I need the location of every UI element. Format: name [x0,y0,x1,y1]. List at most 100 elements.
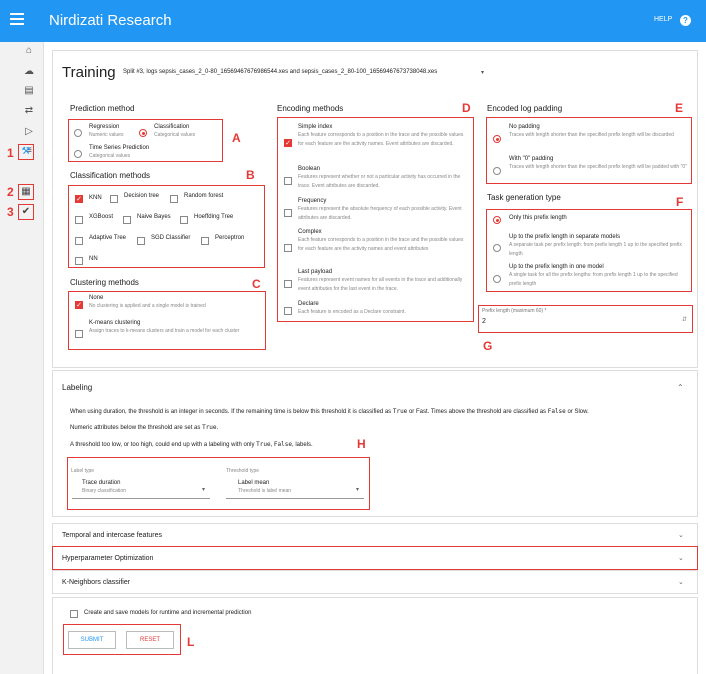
labeling-paragraph-3: A threshold too low, or too high, could … [70,441,313,448]
kmeans-label: K-means clustering [89,320,141,326]
training-title: Training [62,64,116,81]
temporal-section-label: Temporal and intercase features [62,532,162,539]
kmeans-sub: Assign traces to k-means clusters and tr… [89,328,240,334]
chevron-down-icon[interactable]: ⌄ [678,531,684,539]
kmeans-checkbox[interactable] [75,330,83,338]
time-series-label: Time Series Prediction [89,145,150,151]
last-payload-sub: Features represent event names for all e… [298,277,463,292]
no-clustering-sub: No clustering is applied and a single mo… [89,303,206,309]
save-models-label: Create and save models for runtime and i… [84,610,252,616]
label-type-value[interactable]: Trace duration [82,480,120,486]
declare-sub: Each feature is encoded as a Declare con… [298,309,406,315]
check-circle-icon[interactable]: ✔ [18,204,34,220]
simple-index-label: Simple index [298,124,333,130]
encoding-methods-title: Encoding methods [277,104,344,113]
regression-radio[interactable] [74,129,82,137]
labeling-paragraph-2: Numeric attributes below the threshold a… [70,424,219,431]
label-type-sub: Binary classification [82,488,126,494]
callout-l: L [187,635,195,649]
chevron-down-icon[interactable]: ⌄ [678,554,684,562]
declare-checkbox[interactable] [284,307,292,315]
nn-checkbox[interactable] [75,257,83,265]
temporal-section[interactable]: Temporal and intercase features ⌄ [52,523,698,547]
adaptive-tree-checkbox[interactable] [75,237,83,245]
submit-button[interactable]: SUBMIT [68,631,116,649]
no-padding-sub: Traces with length shorter than the spec… [509,132,674,138]
no-padding-label: No padding [509,124,540,130]
callout-3: 3 [7,205,14,219]
app-title: Nirdizati Research [49,12,172,29]
label-type-dropdown-icon[interactable]: ▾ [202,486,205,493]
help-link[interactable]: HELP [654,16,672,23]
threshold-type-value[interactable]: Label mean [238,480,269,486]
sidebar: ⌂ ☁ ▤ ⇄ ▷ ≡ 1 ⚒ 2 ▦ 3 ✔ [0,42,44,674]
hyperparameter-section[interactable]: Hyperparameter Optimization ⌄ [52,546,698,570]
chevron-up-icon[interactable]: ⌃ [677,383,684,392]
hyperparameter-section-label: Hyperparameter Optimization [62,555,154,562]
no-padding-radio[interactable] [493,135,501,143]
only-prefix-radio[interactable] [493,216,501,224]
complex-checkbox[interactable] [284,244,292,252]
perceptron-label: Perceptron [215,235,245,241]
chart-icon[interactable]: ▦ [18,184,34,200]
complex-sub: Each feature corresponds to a position i… [298,237,464,252]
time-series-sub: Categorical values [89,153,131,159]
prefix-length-value[interactable]: 2 [482,318,486,325]
sgd-classifier-label: SGD Classifier [151,235,191,241]
hoeffding-tree-checkbox[interactable] [180,216,188,224]
decision-tree-checkbox[interactable] [110,195,118,203]
chevron-down-icon[interactable]: ⌄ [678,578,684,586]
threshold-type-dropdown-icon[interactable]: ▾ [356,486,359,493]
boolean-label: Boolean [298,166,321,172]
frequency-checkbox[interactable] [284,209,292,217]
callout-d: D [462,101,471,115]
home-icon[interactable]: ⌂ [23,45,35,57]
prediction-method-title: Prediction method [70,104,135,113]
help-icon[interactable]: ? [680,15,691,26]
chevron-down-icon[interactable]: ▾ [481,69,484,76]
wrench-icon[interactable]: ⚒ [18,144,34,160]
prefix-length-field[interactable]: Prefix length (maximum 60) * 2 ⇵ [478,305,693,333]
reset-button[interactable]: RESET [126,631,174,649]
xgboost-checkbox[interactable] [75,216,83,224]
last-payload-label: Last payload [298,269,333,275]
zero-padding-label: With "0" padding [509,156,554,162]
callout-g: G [483,339,493,353]
boolean-checkbox[interactable] [284,177,292,185]
random-forest-checkbox[interactable] [170,195,178,203]
labeling-title[interactable]: Labeling [62,383,92,392]
zero-padding-radio[interactable] [493,167,501,175]
time-series-radio[interactable] [74,150,82,158]
knn-checkbox[interactable]: ✓ [75,195,83,203]
menu-icon[interactable] [10,13,24,25]
no-clustering-checkbox[interactable]: ✓ [75,301,83,309]
separate-models-radio[interactable] [493,244,501,252]
callout-c: C [252,277,261,291]
one-model-radio[interactable] [493,275,501,283]
perceptron-checkbox[interactable] [201,237,209,245]
kneighbors-section-label: K-Neighbors classifier [62,579,131,586]
threshold-type-sub: Threshold is label mean [238,488,292,494]
threshold-type-underline [226,498,364,499]
last-payload-checkbox[interactable] [284,280,292,288]
frequency-label: Frequency [298,198,327,204]
simple-index-checkbox[interactable]: ✓ [284,139,292,147]
stepper-icon[interactable]: ⇵ [682,316,687,323]
classification-radio[interactable] [139,129,147,137]
split-selector[interactable]: Split #3, logs sepsis_cases_2_0-80_16569… [123,69,437,75]
save-models-checkbox[interactable] [70,610,78,618]
prefix-length-label: Prefix length (maximum 60) * [482,308,547,314]
sgd-classifier-checkbox[interactable] [137,237,145,245]
kneighbors-section[interactable]: K-Neighbors classifier ⌄ [52,570,698,594]
compare-arrows-icon[interactable]: ⇄ [23,105,35,117]
document-icon[interactable]: ▤ [23,85,35,97]
callout-a: A [232,131,241,145]
classification-label: Classification [154,124,190,130]
frequency-sub: Features represent the absolute frequenc… [298,206,462,221]
label-icon[interactable]: ▷ [23,126,35,138]
cloud-upload-icon[interactable]: ☁ [23,66,35,78]
classification-sub: Categorical values [154,132,196,138]
regression-sub: Numeric values [89,132,124,138]
naive-bayes-checkbox[interactable] [123,216,131,224]
knn-label: KNN [89,195,102,201]
